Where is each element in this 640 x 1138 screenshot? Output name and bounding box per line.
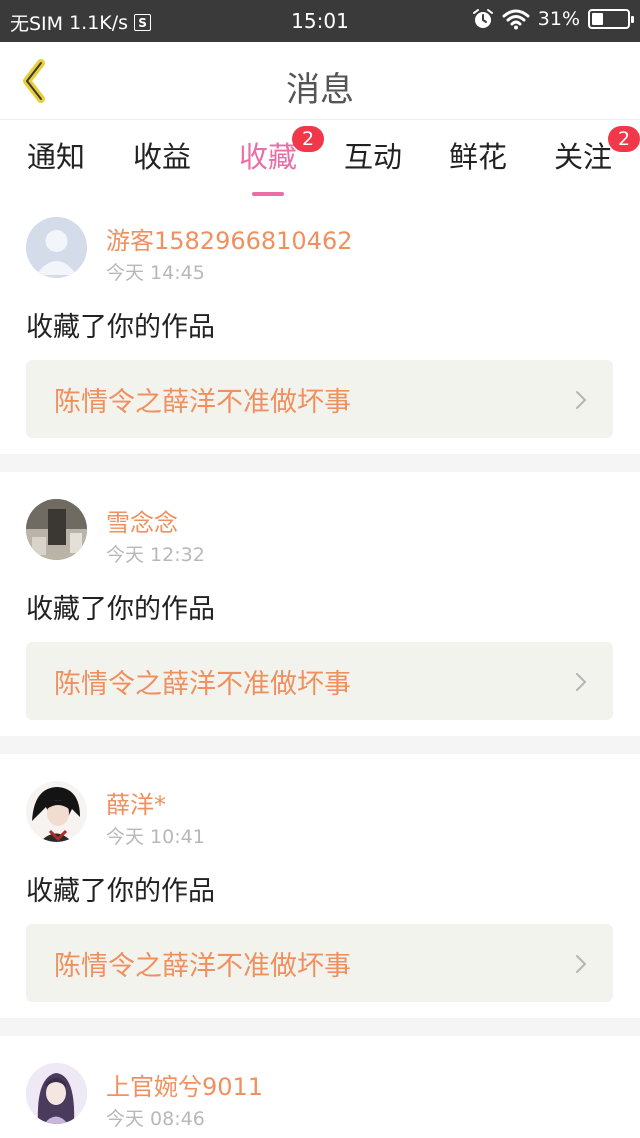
message-card: 雪念念 今天 12:32 收藏了你的作品 陈情令之薛洋不准做坏事 [0,472,640,736]
follow-badge: 2 [608,126,640,152]
tab-label: 收藏 [238,140,297,174]
battery-icon [588,9,634,29]
work-title: 陈情令之薛洋不准做坏事 [54,668,351,700]
user-name[interactable]: 上官婉兮9011 [106,1067,263,1102]
user-name[interactable]: 薛洋* [106,785,166,820]
message-time: 今天 10:41 [106,826,205,848]
work-link[interactable]: 陈情令之薛洋不准做坏事 [26,924,613,1002]
message-card: 游客1582966810462 今天 14:45 收藏了你的作品 陈情令之薛洋不… [0,198,640,454]
anime-avatar-icon [26,781,87,842]
tab-interaction[interactable]: 互动 [320,134,426,176]
photo-avatar-icon [26,499,87,560]
active-tab-indicator [252,192,284,196]
action-text: 收藏了你的作品 [26,876,215,907]
message-time: 今天 08:46 [106,1108,205,1130]
avatar[interactable] [26,499,87,560]
tab-bar: 通知 收益 收藏 2 互动 鲜花 关注 2 [0,120,640,198]
status-bar: 无SIM 1.1K/s S 15:01 31% [0,0,640,42]
work-link[interactable]: 陈情令之薛洋不准做坏事 [26,360,613,438]
messages-page: 无SIM 1.1K/s S 15:01 31% 消息 通知 收益 收藏 2 互动… [0,0,640,1138]
chevron-right-icon [576,955,587,973]
app-header: 消息 [0,42,640,120]
page-title: 消息 [286,70,354,110]
work-link[interactable]: 陈情令之薛洋不准做坏事 [26,642,613,720]
message-list: 游客1582966810462 今天 14:45 收藏了你的作品 陈情令之薛洋不… [0,198,640,1138]
user-name[interactable]: 雪念念 [106,503,178,538]
message-card: 上官婉兮9011 今天 08:46 [0,1036,640,1138]
tab-label: 互动 [343,140,402,174]
work-title: 陈情令之薛洋不准做坏事 [54,386,351,418]
tab-flowers[interactable]: 鲜花 [425,134,531,176]
tab-label: 收益 [132,140,191,174]
tab-earnings[interactable]: 收益 [109,134,215,176]
tab-follow[interactable]: 关注 2 [530,126,640,176]
chevron-right-icon [576,673,587,691]
girl-avatar-icon [26,1063,87,1124]
chevron-right-icon [576,391,587,409]
avatar[interactable] [26,1063,87,1124]
work-title: 陈情令之薛洋不准做坏事 [54,950,351,982]
battery-percent: 31% [537,8,580,30]
tab-label: 通知 [26,140,85,174]
tab-label: 鲜花 [448,140,507,174]
user-name[interactable]: 游客1582966810462 [106,221,353,256]
tab-favorites[interactable]: 收藏 2 [215,126,324,196]
tab-notice[interactable]: 通知 [3,134,109,176]
default-avatar-icon [26,217,87,278]
avatar[interactable] [26,781,87,842]
action-text: 收藏了你的作品 [26,312,215,343]
alarm-icon [472,9,493,28]
message-time: 今天 12:32 [106,544,205,566]
action-text: 收藏了你的作品 [26,594,215,625]
message-time: 今天 14:45 [106,262,205,284]
tab-label: 关注 [553,140,612,174]
message-card: 薛洋* 今天 10:41 收藏了你的作品 陈情令之薛洋不准做坏事 [0,754,640,1018]
avatar[interactable] [26,217,87,278]
wifi-icon [502,9,530,30]
status-right: 31% [472,8,634,30]
battery-fill [592,13,603,25]
